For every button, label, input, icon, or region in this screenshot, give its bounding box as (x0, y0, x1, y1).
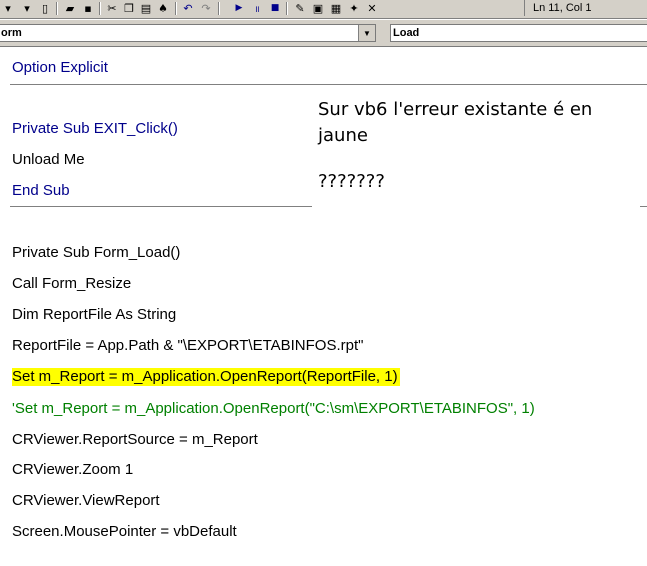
toolbar-separator (218, 2, 220, 15)
find-icon[interactable]: ♠ (155, 0, 171, 16)
object-browser-icon[interactable]: ✦ (346, 0, 362, 16)
toolbar-separator (175, 2, 177, 15)
cursor-position-status: Ln 11, Col 1 (524, 0, 647, 16)
annotation-note: Sur vb6 l'erreur existante é en jaune ??… (318, 97, 592, 195)
procedure-combobox[interactable]: Load (390, 24, 647, 42)
code-line-zoom: CRViewer.Zoom 1 (12, 461, 134, 478)
chevron-down-icon[interactable]: ▼ (358, 25, 375, 41)
code-line-mousepointer: Screen.MousePointer = vbDefault (12, 523, 237, 540)
code-line-exit-click-text: Private Sub EXIT_Click() (12, 120, 178, 137)
object-combobox[interactable]: orm ▼ (0, 24, 376, 42)
save-icon[interactable]: ▪ (80, 0, 96, 16)
procedure-separator (10, 84, 647, 85)
code-line-viewreport: CRViewer.ViewReport (12, 492, 160, 509)
code-line-dim-reportfile: Dim ReportFile As String (12, 306, 177, 323)
toolbox-icon[interactable]: ✕ (364, 0, 380, 16)
toolbar-separator (56, 2, 58, 15)
toolbar-separator (99, 2, 101, 15)
code-line-exit-click: Private Sub EXIT_Click() (12, 120, 178, 138)
open-icon[interactable]: ▰ (62, 0, 78, 16)
standard-toolbar: ▾ ▾ ▯ ▰ ▪ ✂ ❐ ▤ ♠ ↶ ↷ ▶ ॥ ■ ✎ ▣ ▦ ✦ ✕ Ln… (0, 0, 647, 19)
procedure-separator-right (640, 206, 647, 207)
redo-icon[interactable]: ↷ (198, 0, 214, 16)
code-line-form-load: Private Sub Form_Load() (12, 244, 181, 261)
annotation-line-1: Sur vb6 l'erreur existante é en (318, 99, 593, 120)
indent-dropdown-icon[interactable]: ▾ (20, 0, 34, 16)
properties-icon[interactable]: ▦ (328, 0, 344, 16)
code-line-commented: 'Set m_Report = m_Application.OpenReport… (12, 400, 535, 417)
project-explorer-icon[interactable]: ▣ (310, 0, 326, 16)
delete-icon[interactable]: ▯ (38, 0, 52, 16)
pause-icon[interactable]: ॥ (250, 0, 264, 16)
code-line-error-highlighted: Set m_Report = m_Application.OpenReport(… (12, 368, 400, 386)
code-window-combo-row: orm ▼ Load (0, 20, 647, 46)
insert-dropdown-icon[interactable]: ▾ (2, 0, 14, 16)
object-combobox-value: orm (1, 27, 22, 39)
undo-icon[interactable]: ↶ (180, 0, 196, 16)
code-editor[interactable]: Option Explicit Private Sub EXIT_Click()… (0, 46, 647, 566)
design-mode-icon[interactable]: ✎ (292, 0, 308, 16)
procedure-combobox-value: Load (393, 27, 420, 39)
paste-icon[interactable]: ▤ (138, 0, 154, 16)
stop-icon[interactable]: ■ (268, 0, 282, 16)
code-line-end-sub: End Sub (12, 182, 70, 199)
cut-icon[interactable]: ✂ (104, 0, 120, 16)
copy-icon[interactable]: ❐ (121, 0, 137, 16)
code-line-option-explicit: Option Explicit (12, 59, 108, 76)
code-line-reportsource: CRViewer.ReportSource = m_Report (12, 431, 258, 448)
code-line-unload-me: Unload Me (12, 151, 85, 168)
annotation-line-2: jaune (318, 125, 368, 146)
procedure-separator (10, 206, 312, 207)
toolbar-separator (286, 2, 288, 15)
code-line-call-resize: Call Form_Resize (12, 275, 132, 292)
annotation-line-3: ??????? (318, 171, 385, 192)
code-line-reportfile-assign: ReportFile = App.Path & "\EXPORT\ETABINF… (12, 337, 364, 354)
run-icon[interactable]: ▶ (232, 0, 246, 16)
